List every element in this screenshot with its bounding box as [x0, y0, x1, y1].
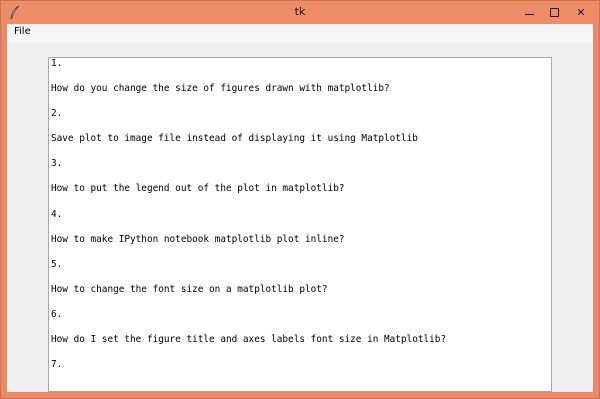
app-window: tk ✕ File 1. How do you change the size o… — [0, 0, 600, 399]
text-line: How to make IPython notebook matplotlib … — [51, 233, 345, 245]
menu-file[interactable]: File — [13, 26, 32, 37]
text-line: 2. — [51, 108, 63, 120]
text-line: 6. — [51, 308, 63, 320]
minimize-button[interactable] — [517, 4, 541, 21]
window-client-area: File 1. How do you change the size of fig… — [7, 24, 593, 392]
text-line: How do you change the size of figures dr… — [51, 83, 390, 95]
close-icon: ✕ — [576, 6, 586, 19]
close-button[interactable]: ✕ — [567, 4, 595, 21]
minimize-icon — [524, 14, 534, 15]
text-line: 4. — [51, 208, 63, 220]
maximize-button[interactable] — [542, 4, 566, 21]
window-title: tk — [294, 5, 306, 18]
text-line: Save plot to image file instead of displ… — [51, 133, 418, 145]
text-line: 3. — [51, 158, 63, 170]
text-line: 7. — [51, 359, 63, 371]
title-bar[interactable]: tk ✕ — [1, 1, 599, 24]
menu-bar: File — [7, 24, 593, 42]
maximize-icon — [549, 8, 559, 17]
text-line: 1. — [51, 58, 63, 69]
text-line: How to change the font size on a matplot… — [51, 283, 328, 295]
text-line: How do I set the figure title and axes l… — [51, 334, 447, 346]
text-line: 5. — [51, 258, 63, 270]
text-line: How to put the legend out of the plot in… — [51, 183, 345, 195]
text-area[interactable]: 1. How do you change the size of figures … — [48, 57, 552, 392]
text-lines: 1. How do you change the size of figures … — [49, 58, 551, 384]
